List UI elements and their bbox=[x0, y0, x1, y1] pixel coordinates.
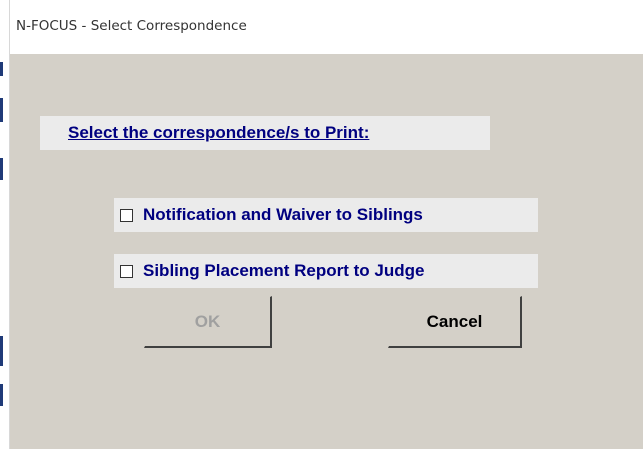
placement-report-label[interactable]: Sibling Placement Report to Judge bbox=[143, 261, 424, 281]
placement-report-checkbox[interactable] bbox=[120, 264, 133, 278]
option-notification-waiver[interactable]: Notification and Waiver to Siblings bbox=[120, 198, 423, 232]
edge-mark bbox=[0, 158, 3, 180]
notification-waiver-label[interactable]: Notification and Waiver to Siblings bbox=[143, 205, 423, 225]
edge-mark bbox=[0, 384, 3, 406]
title-bar[interactable]: N-FOCUS - Select Correspondence bbox=[10, 0, 643, 54]
background-window-edge bbox=[0, 0, 10, 449]
select-correspondence-window: N-FOCUS - Select Correspondence Select t… bbox=[0, 0, 643, 449]
option-panel-placement-report: Sibling Placement Report to Judge bbox=[114, 254, 538, 288]
notification-waiver-checkbox[interactable] bbox=[120, 208, 133, 222]
ok-button[interactable]: OK bbox=[144, 296, 272, 348]
prompt-label: Select the correspondence/s to Print: bbox=[68, 123, 370, 142]
cancel-button-label: Cancel bbox=[426, 311, 483, 331]
option-placement-report[interactable]: Sibling Placement Report to Judge bbox=[120, 254, 424, 288]
prompt-panel: Select the correspondence/s to Print: bbox=[40, 116, 490, 150]
dialog-body: Select the correspondence/s to Print: No… bbox=[10, 54, 643, 449]
edge-mark bbox=[0, 62, 3, 76]
edge-mark bbox=[0, 98, 3, 122]
cancel-button[interactable]: Cancel bbox=[388, 296, 522, 348]
edge-mark bbox=[0, 336, 3, 366]
option-panel-notification-waiver: Notification and Waiver to Siblings bbox=[114, 198, 538, 232]
window-title: N-FOCUS - Select Correspondence bbox=[16, 18, 247, 34]
ok-button-label: OK bbox=[194, 311, 221, 331]
